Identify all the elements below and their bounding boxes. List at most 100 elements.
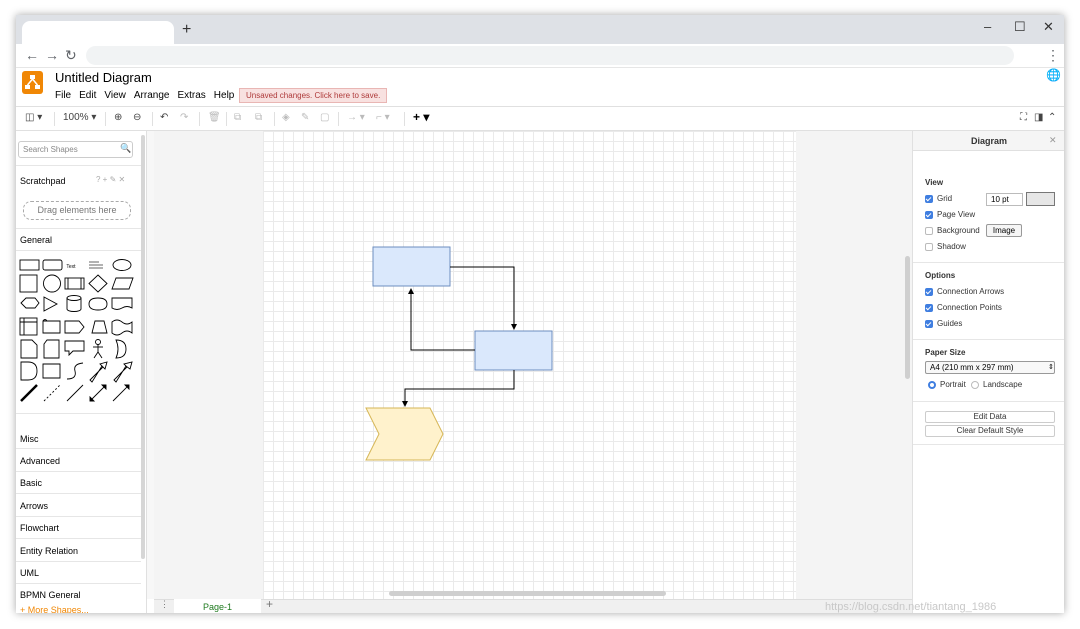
canvas-vertical-scrollbar[interactable] bbox=[905, 256, 910, 379]
menu-bar: File Edit View Arrange Extras Help bbox=[55, 90, 242, 101]
format-panel: Diagram ✕ View Grid 10 pt Page View Back… bbox=[912, 131, 1064, 613]
library-flowchart[interactable]: Flowchart bbox=[20, 523, 59, 533]
guides-label: Guides bbox=[937, 319, 963, 328]
zoom-select[interactable]: 100% ▾ bbox=[63, 112, 96, 123]
library-bpmn-general[interactable]: BPMN General bbox=[20, 590, 81, 600]
landscape-radio[interactable]: Landscape bbox=[971, 380, 1022, 389]
forward-icon[interactable]: → bbox=[45, 47, 59, 63]
maximize-button[interactable]: ☐ bbox=[1014, 19, 1026, 35]
background-checkbox[interactable]: Background bbox=[925, 226, 980, 235]
scratchpad-header[interactable]: Scratchpad bbox=[20, 176, 66, 186]
minimize-button[interactable]: – bbox=[984, 19, 991, 34]
connection-arrows-check-icon[interactable] bbox=[925, 287, 933, 296]
waypoints-icon[interactable]: ⌐ ▾ bbox=[376, 112, 390, 123]
grid-size-input[interactable]: 10 pt bbox=[986, 193, 1023, 206]
browser-tab[interactable] bbox=[22, 21, 174, 44]
shadow-check-icon[interactable] bbox=[925, 242, 933, 251]
grid-checkbox[interactable]: Grid bbox=[925, 194, 952, 203]
library-uml[interactable]: UML bbox=[20, 568, 39, 578]
collapse-icon[interactable]: ⌃ bbox=[1048, 112, 1056, 123]
grid-color-swatch[interactable] bbox=[1026, 192, 1055, 206]
close-window-button[interactable]: ✕ bbox=[1043, 19, 1054, 35]
shapes-sidebar: Search Shapes 🔍 Scratchpad ? + ✎ ✕ Drag … bbox=[16, 131, 147, 613]
menu-arrange[interactable]: Arrange bbox=[134, 90, 170, 101]
delete-icon[interactable]: 🗑 bbox=[208, 112, 221, 123]
to-back-icon[interactable]: ⧉ bbox=[255, 112, 262, 123]
page-view-check-icon[interactable] bbox=[925, 210, 933, 219]
diagram-page[interactable] bbox=[263, 131, 796, 599]
menu-edit[interactable]: Edit bbox=[79, 90, 96, 101]
guides-checkbox[interactable]: Guides bbox=[925, 319, 962, 328]
url-input[interactable] bbox=[86, 46, 1014, 65]
edit-data-button[interactable]: Edit Data bbox=[925, 411, 1055, 423]
browser-menu-icon[interactable]: ⋮ bbox=[1046, 47, 1060, 64]
document-title[interactable]: Untitled Diagram bbox=[55, 70, 152, 85]
connection-arrows-checkbox[interactable]: Connection Arrows bbox=[925, 287, 1004, 296]
connection-points-check-icon[interactable] bbox=[925, 303, 933, 312]
portrait-radio[interactable]: Portrait bbox=[928, 380, 966, 389]
reload-icon[interactable]: ↻ bbox=[65, 47, 77, 64]
portrait-radio-icon[interactable] bbox=[928, 380, 936, 389]
connector-box1-to-box2[interactable] bbox=[450, 266, 517, 330]
unsaved-changes-notice[interactable]: Unsaved changes. Click here to save. bbox=[239, 88, 388, 103]
format-panel-toggle-icon[interactable]: ◫ ▾ bbox=[25, 112, 42, 123]
insert-icon[interactable]: + ▾ bbox=[413, 110, 429, 124]
language-globe-icon[interactable]: 🌐 bbox=[1046, 68, 1061, 82]
menu-extras[interactable]: Extras bbox=[177, 90, 205, 101]
library-entity-relation[interactable]: Entity Relation bbox=[20, 546, 78, 556]
fill-color-icon[interactable]: ◈ bbox=[282, 112, 290, 123]
general-header[interactable]: General bbox=[20, 235, 52, 245]
watermark-text: https://blog.csdn.net/tiantang_1986 bbox=[825, 601, 997, 613]
process-box-2[interactable] bbox=[474, 330, 553, 371]
landscape-radio-icon[interactable] bbox=[971, 380, 979, 389]
menu-file[interactable]: File bbox=[55, 90, 71, 101]
step-shape[interactable] bbox=[365, 407, 444, 461]
library-arrows[interactable]: Arrows bbox=[20, 501, 48, 511]
zoom-out-icon[interactable]: ⊖ bbox=[133, 112, 141, 123]
menu-help[interactable]: Help bbox=[214, 90, 235, 101]
new-tab-button[interactable]: + bbox=[182, 21, 191, 39]
process-box-1[interactable] bbox=[372, 246, 451, 287]
fullscreen-icon[interactable]: ⛶ bbox=[1020, 112, 1027, 123]
sidebar-splitter[interactable] bbox=[147, 131, 154, 599]
line-color-icon[interactable]: ✎ bbox=[301, 112, 309, 123]
to-front-icon[interactable]: ⧉ bbox=[234, 112, 241, 123]
shadow-checkbox[interactable]: Shadow bbox=[925, 242, 966, 251]
paper-size-heading: Paper Size bbox=[925, 348, 966, 357]
format-toggle-icon[interactable]: ◨ bbox=[1034, 112, 1043, 123]
background-check-icon[interactable] bbox=[925, 226, 933, 235]
library-misc[interactable]: Misc bbox=[20, 434, 39, 444]
format-panel-title[interactable]: Diagram bbox=[913, 131, 1064, 151]
search-icon[interactable]: 🔍 bbox=[120, 143, 131, 154]
redo-icon[interactable]: ↷ bbox=[180, 112, 188, 123]
connector-box2-to-step[interactable] bbox=[402, 370, 515, 407]
add-page-button[interactable]: + bbox=[266, 597, 273, 611]
paper-size-select[interactable]: A4 (210 mm x 297 mm) bbox=[925, 361, 1055, 374]
scratchpad-actions-icon[interactable]: ? + ✎ ✕ bbox=[96, 175, 125, 184]
canvas-horizontal-scrollbar[interactable] bbox=[389, 591, 666, 596]
back-icon[interactable]: ← bbox=[25, 47, 39, 63]
more-shapes-link[interactable]: + More Shapes... bbox=[20, 605, 89, 613]
clear-default-style-button[interactable]: Clear Default Style bbox=[925, 425, 1055, 437]
library-advanced[interactable]: Advanced bbox=[20, 456, 60, 466]
guides-check-icon[interactable] bbox=[925, 319, 933, 328]
scratchpad-drop-zone[interactable]: Drag elements here bbox=[23, 201, 131, 220]
menu-view[interactable]: View bbox=[104, 90, 126, 101]
connection-points-checkbox[interactable]: Connection Points bbox=[925, 303, 1002, 312]
undo-icon[interactable]: ↶ bbox=[160, 112, 168, 123]
grid-check-icon[interactable] bbox=[925, 194, 933, 203]
zoom-in-icon[interactable]: ⊕ bbox=[114, 112, 122, 123]
close-panel-icon[interactable]: ✕ bbox=[1049, 135, 1057, 146]
pages-menu-icon[interactable]: ⋮ bbox=[160, 599, 169, 610]
diagram-canvas[interactable] bbox=[154, 131, 912, 599]
connection-icon[interactable]: → ▾ bbox=[347, 112, 365, 123]
sidebar-scrollbar[interactable] bbox=[141, 135, 145, 559]
tab-page-1[interactable]: Page-1 bbox=[174, 599, 261, 613]
connector-box2-to-box1[interactable] bbox=[408, 288, 475, 351]
general-shapes-palette[interactable]: Text bbox=[19, 258, 137, 408]
search-shapes-input[interactable]: Search Shapes bbox=[18, 141, 133, 158]
page-view-checkbox[interactable]: Page View bbox=[925, 210, 975, 219]
library-basic[interactable]: Basic bbox=[20, 478, 42, 488]
shadow-icon[interactable]: ▢ bbox=[320, 112, 329, 123]
background-image-button[interactable]: Image bbox=[986, 224, 1022, 237]
